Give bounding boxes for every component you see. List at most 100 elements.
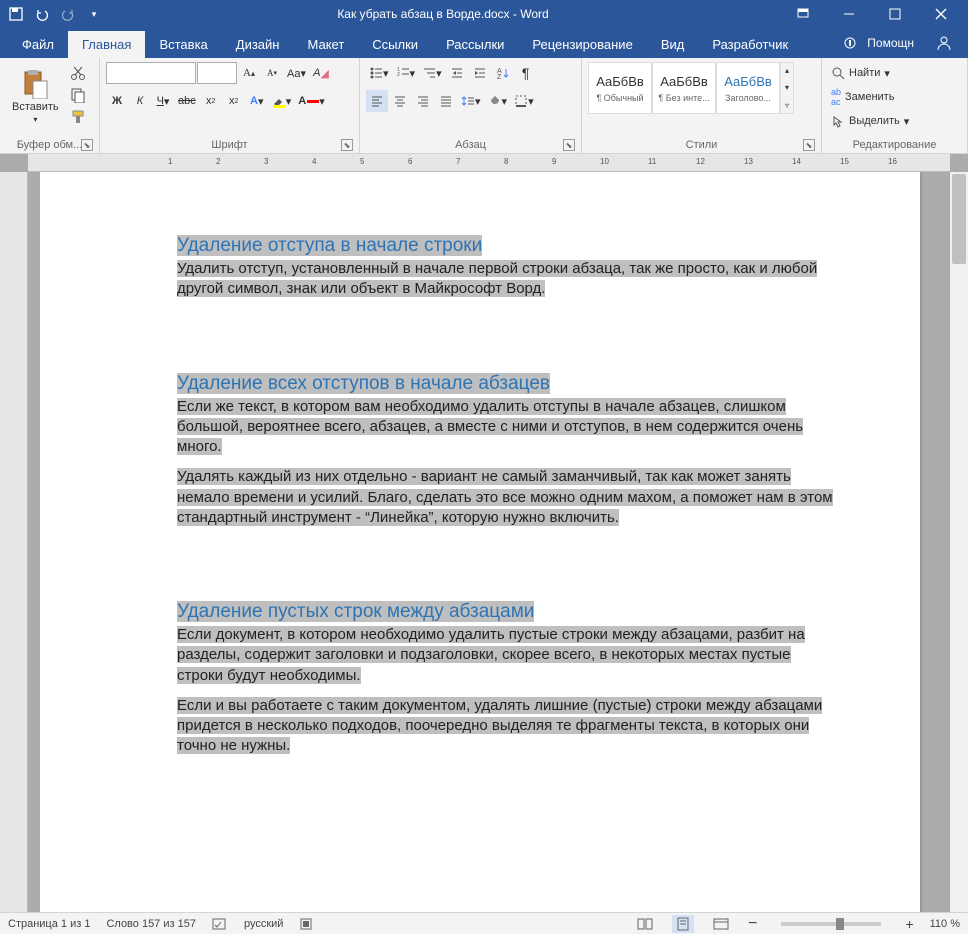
align-right-icon[interactable] (412, 90, 434, 112)
save-icon[interactable] (4, 2, 28, 26)
font-group-label: Шрифт (211, 139, 247, 151)
style-no-spacing[interactable]: АаБбВв¶ Без инте... (652, 62, 716, 114)
title-bar: ▾ Как убрать абзац в Ворде.docx - Word (0, 0, 968, 28)
format-painter-icon[interactable] (67, 106, 89, 128)
multilevel-icon[interactable]: ▾ (419, 62, 445, 84)
align-center-icon[interactable] (389, 90, 411, 112)
tab-developer[interactable]: Разработчик (698, 31, 802, 58)
justify-icon[interactable] (435, 90, 457, 112)
svg-text:2: 2 (397, 72, 400, 78)
qat-more-icon[interactable]: ▾ (82, 2, 106, 26)
zoom-slider[interactable] (781, 922, 881, 926)
subscript-icon[interactable]: x2 (200, 90, 222, 112)
clipboard-launcher[interactable]: ⬊ (81, 139, 93, 151)
tab-layout[interactable]: Макет (293, 31, 358, 58)
status-bar: Страница 1 из 1 Слово 157 из 157 русский… (0, 912, 968, 934)
tell-me[interactable]: Помощн (837, 28, 926, 58)
minimize-icon[interactable] (826, 0, 872, 28)
clipboard-group-label: Буфер обм... (17, 139, 83, 151)
ribbon: Вставить ▾ Буфер обм...⬊ A▴ A▾ Aa▾ A◢ Ж (0, 58, 968, 154)
paragraph: Если же текст, в котором вам необходимо … (177, 397, 837, 458)
style-normal[interactable]: АаБбВв¶ Обычный (588, 62, 652, 114)
shading-icon[interactable]: ▾ (485, 90, 511, 112)
scrollbar-thumb[interactable] (952, 174, 966, 264)
macro-icon[interactable] (299, 917, 313, 931)
font-name-input[interactable] (106, 62, 196, 84)
align-left-icon[interactable] (366, 90, 388, 112)
line-spacing-icon[interactable]: ▾ (458, 90, 484, 112)
numbering-icon[interactable]: 12▾ (393, 62, 419, 84)
page-indicator[interactable]: Страница 1 из 1 (8, 918, 90, 930)
paragraph: Удалять каждый из них отдельно - вариант… (177, 467, 837, 528)
styles-down-icon[interactable]: ▾ (781, 83, 793, 92)
italic-button[interactable]: К (129, 90, 151, 112)
bold-button[interactable]: Ж (106, 90, 128, 112)
sort-icon[interactable]: AZ (492, 62, 514, 84)
ribbon-options-icon[interactable] (780, 0, 826, 28)
change-case-icon[interactable]: Aa▾ (284, 62, 309, 84)
vertical-ruler[interactable] (0, 172, 28, 912)
style-heading1[interactable]: АаБбВвЗаголово... (716, 62, 780, 114)
strike-button[interactable]: abc (175, 90, 199, 112)
superscript-icon[interactable]: x2 (223, 90, 245, 112)
tab-design[interactable]: Дизайн (222, 31, 294, 58)
paragraph: Если документ, в котором необходимо удал… (177, 625, 837, 686)
increase-indent-icon[interactable] (469, 62, 491, 84)
tab-references[interactable]: Ссылки (358, 31, 432, 58)
replace-button[interactable]: abacЗаменить (828, 86, 961, 108)
cut-icon[interactable] (67, 62, 89, 84)
maximize-icon[interactable] (872, 0, 918, 28)
window-title: Как убрать абзац в Ворде.docx - Word (106, 7, 780, 21)
tab-home[interactable]: Главная (68, 31, 145, 58)
redo-icon[interactable] (56, 2, 80, 26)
select-button[interactable]: Выделить ▾ (828, 110, 961, 132)
bullets-icon[interactable]: ▾ (366, 62, 392, 84)
undo-icon[interactable] (30, 2, 54, 26)
font-color-icon[interactable]: A▾ (295, 90, 327, 112)
heading-2: Удаление всех отступов в начале абзацев (177, 372, 920, 395)
language-indicator[interactable]: русский (244, 918, 283, 930)
clear-format-icon[interactable]: A◢ (310, 62, 332, 84)
find-button[interactable]: Найти ▾ (828, 62, 961, 84)
horizontal-ruler[interactable]: 12345678910111213141516 (28, 154, 950, 172)
font-size-input[interactable] (197, 62, 237, 84)
text-effects-icon[interactable]: A▾ (246, 90, 268, 112)
styles-more-icon[interactable]: ▿ (781, 101, 793, 110)
tab-file[interactable]: Файл (8, 31, 68, 58)
word-count[interactable]: Слово 157 из 157 (106, 918, 196, 930)
tab-review[interactable]: Рецензирование (518, 31, 646, 58)
heading-1: Удаление отступа в начале строки (177, 234, 920, 257)
shrink-font-icon[interactable]: A▾ (261, 62, 283, 84)
editing-group-label: Редактирование (853, 139, 937, 151)
copy-icon[interactable] (67, 84, 89, 106)
paragraph: Удалить отступ, установленный в начале п… (177, 259, 837, 300)
grow-font-icon[interactable]: A▴ (238, 62, 260, 84)
styles-up-icon[interactable]: ▴ (781, 66, 793, 75)
decrease-indent-icon[interactable] (446, 62, 468, 84)
close-icon[interactable] (918, 0, 964, 28)
vertical-scrollbar[interactable] (950, 172, 968, 912)
tab-view[interactable]: Вид (647, 31, 699, 58)
web-layout-icon[interactable] (710, 915, 732, 933)
paragraph-launcher[interactable]: ⬊ (563, 139, 575, 151)
zoom-level[interactable]: 110 % (930, 918, 960, 930)
borders-icon[interactable]: ▾ (511, 90, 537, 112)
ribbon-tabs: Файл Главная Вставка Дизайн Макет Ссылки… (0, 28, 968, 58)
zoom-in-button[interactable]: + (905, 916, 913, 932)
show-marks-icon[interactable]: ¶ (515, 62, 537, 84)
zoom-out-button[interactable]: − (748, 915, 757, 933)
proofing-icon[interactable] (212, 917, 228, 931)
font-launcher[interactable]: ⬊ (341, 139, 353, 151)
svg-text:Z: Z (497, 74, 502, 80)
account-icon[interactable] (930, 31, 958, 55)
paste-button[interactable]: Вставить ▾ (6, 62, 65, 130)
document-page[interactable]: Удаление отступа в начале строки Удалить… (40, 172, 920, 912)
read-mode-icon[interactable] (634, 915, 656, 933)
highlight-icon[interactable]: ▾ (269, 90, 295, 112)
tab-mailings[interactable]: Рассылки (432, 31, 518, 58)
heading-3: Удаление пустых строк между абзацами (177, 600, 920, 623)
print-layout-icon[interactable] (672, 915, 694, 933)
styles-launcher[interactable]: ⬊ (803, 139, 815, 151)
tab-insert[interactable]: Вставка (145, 31, 221, 58)
underline-button[interactable]: Ч▾ (152, 90, 174, 112)
